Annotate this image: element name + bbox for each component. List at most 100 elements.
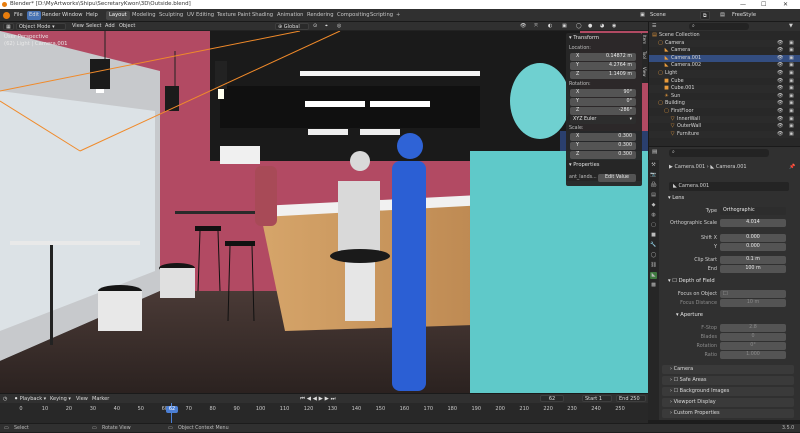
scene-field-icon[interactable]: ⧉ [700,11,710,20]
orientation-dropdown[interactable]: ⊕ Global [275,23,309,30]
menu-keying[interactable]: Keying ▾ [50,396,71,403]
start-frame-field[interactable]: Start 1 [582,395,612,402]
safe-areas-section[interactable]: › ☐ Safe Areas [662,376,794,385]
rotation-z-field[interactable]: Z -286° [570,107,636,115]
lens-field-value[interactable]: 0.000 [720,243,786,251]
xray-icon[interactable]: ▣ [562,23,567,30]
shading-material-icon[interactable]: ◕ [600,23,604,30]
blender-menu-icon[interactable] [3,12,10,19]
collection-tab-icon[interactable]: ▢ [650,222,657,229]
tab-rendering[interactable]: Rendering [304,11,337,20]
scene-selector[interactable]: Scene [650,11,666,20]
visibility-eye-icon[interactable]: 👁 [777,123,783,131]
menu-file[interactable]: File [14,11,23,20]
rotation-y-field[interactable]: Y 0° [570,98,636,106]
render-tab-icon[interactable]: 📷 [650,172,657,179]
render-camera-icon[interactable]: ▣ [789,108,794,116]
maximize-button[interactable]: ☐ [761,0,766,9]
outliner-row[interactable]: ▢ Building 👁 ▣ [649,100,800,108]
outliner-row[interactable]: ☀ Sun 👁 ▣ [649,93,800,101]
outliner-row[interactable]: ◣ Camera.002 👁 ▣ [649,62,800,70]
render-camera-icon[interactable]: ▣ [789,85,794,93]
visibility-eye-icon[interactable]: 👁 [777,47,783,55]
visibility-eye-icon[interactable]: 👁 [777,100,783,108]
render-camera-icon[interactable]: ▣ [789,93,794,101]
scale-y-field[interactable]: Y 0.300 [570,142,636,150]
outliner-row[interactable]: ▢ Light 👁 ▣ [649,70,800,78]
dof-section-header[interactable]: ▾ ☐ Depth of Field [668,278,715,284]
outliner-row[interactable]: ▢ FirstFloor 👁 ▣ [649,108,800,116]
current-frame-field[interactable]: 62 [540,395,564,402]
physics-tab-icon[interactable]: ◯ [650,252,657,259]
menu-edit[interactable]: Edit [27,11,42,20]
properties-search-input[interactable]: ⌕ [669,149,769,157]
tab-layout[interactable]: Layout [106,11,130,20]
lens-section-header[interactable]: ▾ Lens [668,195,684,201]
outliner-search-input[interactable]: ⌕ [689,23,749,30]
visibility-eye-icon[interactable]: 👁 [777,116,783,124]
minimize-button[interactable]: — [740,0,746,9]
outliner-row[interactable]: ■ Cube 👁 ▣ [649,78,800,86]
background-images-section[interactable]: › ☐ Background Images [662,387,794,396]
object-tab-icon[interactable]: ■ [650,232,657,239]
view-layer-tab-icon[interactable]: ▤ [650,192,657,199]
aperture-rotation-field[interactable]: 0° [720,342,786,350]
timeline-type-icon[interactable]: ◷ [3,396,7,403]
visibility-icon[interactable]: 👁 [520,23,526,30]
outliner-row[interactable]: ◣ Camera.001 👁 ▣ [649,54,800,63]
outliner-row[interactable]: ■ Cube.001 👁 ▣ [649,85,800,93]
transform-header[interactable]: ▾ Transform [569,35,599,41]
lens-field-value[interactable]: 0.000 [720,234,786,242]
world-tab-icon[interactable]: ◍ [650,212,657,219]
menu-select[interactable]: Select [86,23,101,30]
proportional-icon[interactable]: ◎ [337,23,341,30]
visibility-eye-icon[interactable]: 👁 [777,70,783,78]
tab-scripting[interactable]: Scripting [367,11,396,20]
viewport-display-section[interactable]: › Viewport Display [662,398,794,407]
render-camera-icon[interactable]: ▣ [789,40,794,48]
render-camera-icon[interactable]: ▣ [789,47,794,55]
rotation-x-field[interactable]: X 90° [570,89,636,97]
blades-field[interactable]: 0 [720,333,786,341]
gizmo-icon[interactable]: ⤧ [534,23,538,30]
outliner-type-icon[interactable]: ☰ [652,23,656,29]
visibility-eye-icon[interactable]: 👁 [777,40,783,48]
tool-tab-icon[interactable]: ⚒ [650,162,657,169]
viewport-3d[interactable] [0,31,648,393]
location-z-field[interactable]: Z 1.1409 m [570,71,636,79]
output-tab-icon[interactable]: 🖨 [650,182,657,189]
camera-datablock-field[interactable]: ◣ Camera.001 [669,182,789,191]
outliner-row[interactable]: ▽ InnerWall 👁 ▣ [649,115,800,124]
menu-marker[interactable]: Marker [92,396,109,403]
menu-view-timeline[interactable]: View [76,396,88,403]
outliner-row[interactable]: ▽ OuterWall 👁 ▣ [649,123,800,131]
menu-render[interactable]: Render [42,11,60,20]
close-button[interactable]: ✕ [783,0,788,9]
scale-x-field[interactable]: X 0.300 [570,133,636,141]
scene-tab-icon[interactable]: ◆ [650,202,657,209]
timeline-track[interactable]: 0 10 20 30 40 50 60 70 80 90 100 110 120 130 140 150 160… [0,403,648,423]
modifier-tab-icon[interactable]: 🔧 [650,242,657,249]
shading-solid-icon[interactable]: ● [588,23,592,30]
ratio-field[interactable]: 1.000 [720,351,786,359]
add-workspace-icon[interactable]: + [396,11,400,20]
tab-modeling[interactable]: Modeling [129,11,159,20]
render-camera-icon[interactable]: ▣ [789,62,794,70]
focus-distance-field[interactable]: 10 m [720,299,786,307]
outliner-row[interactable]: ▽ Furniture 👁 ▣ [649,130,800,139]
outliner-row[interactable]: ▤ Scene Collection [649,32,800,40]
sidebar-tab-item[interactable]: Item [642,35,647,44]
edit-value-button[interactable]: Edit Value [598,174,636,182]
render-camera-icon[interactable]: ▣ [789,100,794,108]
tab-shading[interactable]: Shading [249,11,276,20]
menu-help[interactable]: Help [86,11,98,20]
pivot-icon[interactable]: ⊙ [313,23,317,30]
playback-controls[interactable]: ⏮ ◀ ◀ ▶ ▶ ⏭ [300,396,336,403]
visibility-eye-icon[interactable]: 👁 [777,93,783,101]
custom-properties-section[interactable]: › Custom Properties [662,409,794,418]
snap-icon[interactable]: ⌖ [325,23,328,30]
tab-texture-paint[interactable]: Texture Paint [214,11,253,20]
render-camera-icon[interactable]: ▣ [789,70,794,78]
sidebar-tab-tool[interactable]: Tool [642,51,647,59]
render-camera-icon[interactable]: ▣ [789,55,794,63]
